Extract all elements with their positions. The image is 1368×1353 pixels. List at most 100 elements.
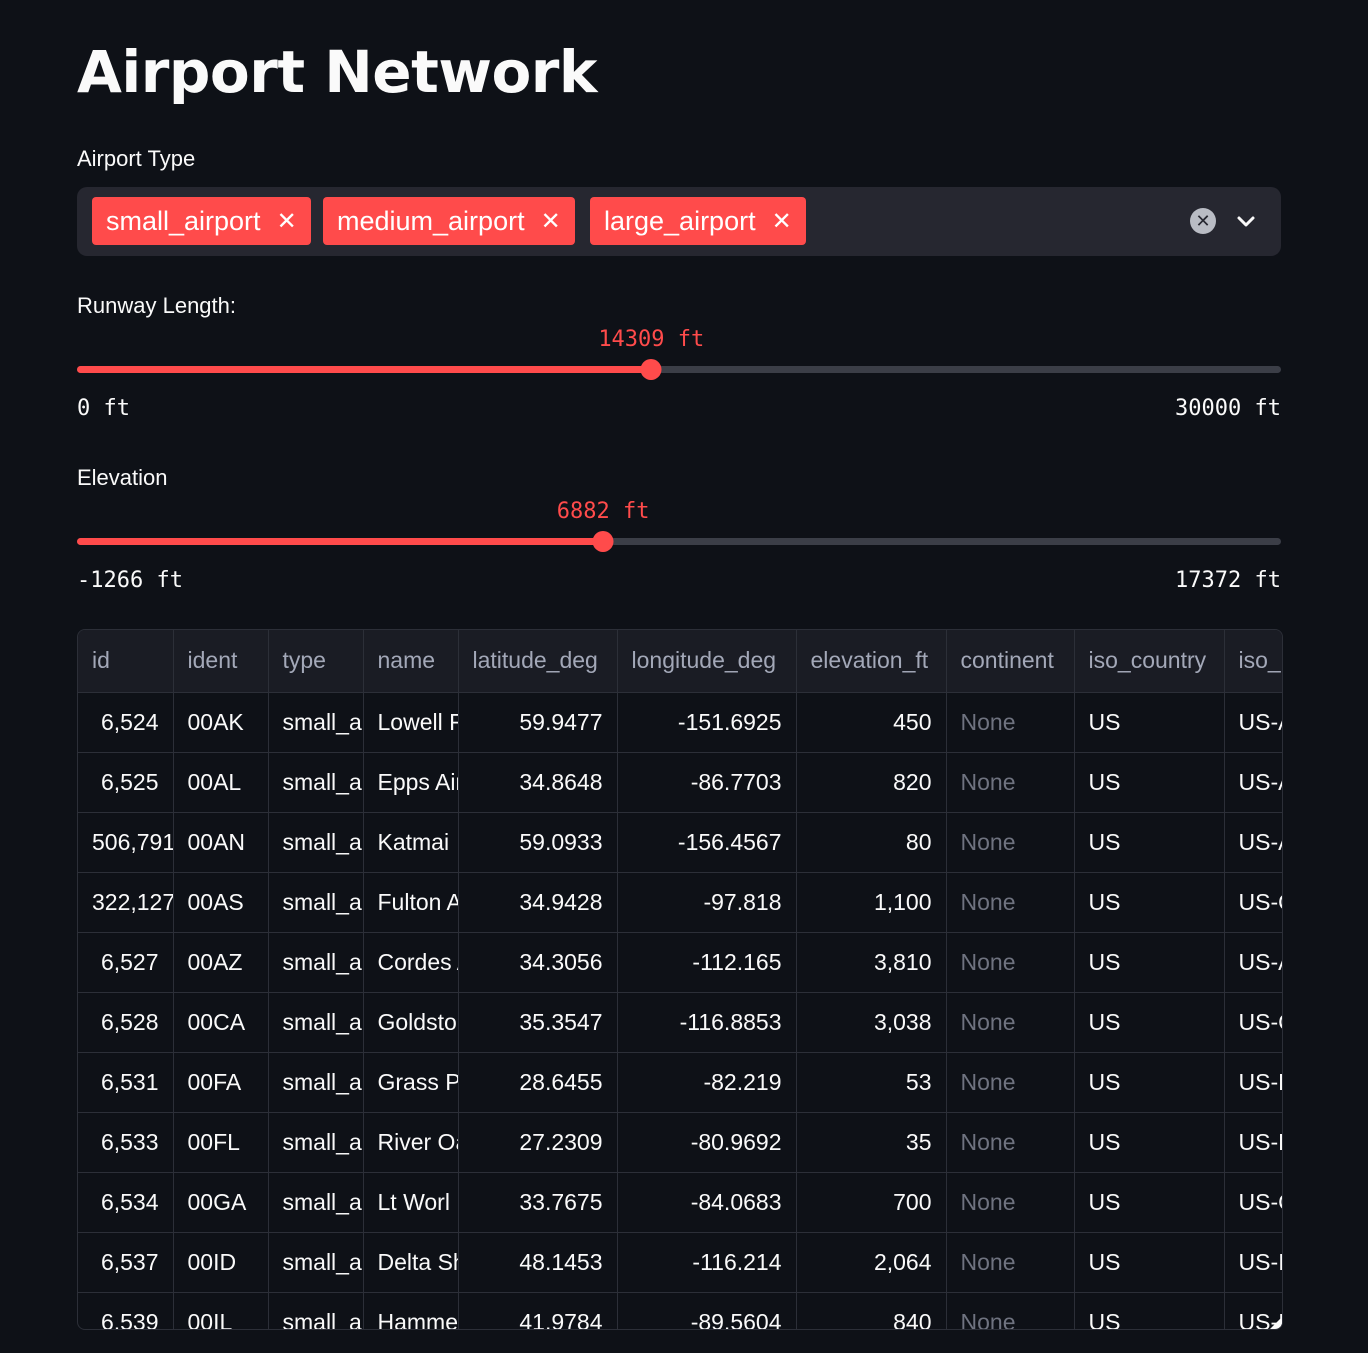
table-row[interactable]: 506,791 00AN small_a Katmai 59.0933 -156.4567… [78, 812, 1282, 873]
table-cell[interactable]: US [1074, 752, 1225, 813]
column-header-latitude-deg[interactable]: latitude_deg [458, 630, 618, 693]
table-row[interactable]: 6,534 00GA small_a Lt Worl 33.7675 -84.0683 70… [78, 1172, 1282, 1233]
table-cell[interactable]: 6,528 [78, 992, 174, 1053]
table-cell[interactable]: 00FL [173, 1112, 269, 1173]
table-cell[interactable]: -112.165 [617, 932, 797, 993]
table-cell[interactable]: Lowell F [363, 692, 459, 753]
table-cell[interactable]: Goldsto [363, 992, 459, 1053]
table-cell[interactable]: 00FA [173, 1052, 269, 1113]
table-cell[interactable]: 34.9428 [458, 872, 618, 933]
table-cell[interactable]: None [946, 932, 1075, 993]
table-cell[interactable]: None [946, 1232, 1075, 1293]
table-cell[interactable]: Grass Pa [363, 1052, 459, 1113]
table-cell[interactable]: 00ID [173, 1232, 269, 1293]
table-cell[interactable]: None [946, 1112, 1075, 1173]
table-cell[interactable]: US [1074, 1292, 1225, 1329]
table-cell[interactable]: US [1074, 992, 1225, 1053]
column-header-continent[interactable]: continent [946, 630, 1075, 693]
table-cell[interactable]: US-C [1224, 992, 1282, 1053]
table-cell[interactable]: 1,100 [796, 872, 947, 933]
table-cell[interactable]: 6,537 [78, 1232, 174, 1293]
table-cell[interactable]: 35 [796, 1112, 947, 1173]
table-cell[interactable]: -156.4567 [617, 812, 797, 873]
tag-large-airport[interactable]: large_airport ✕ [590, 197, 806, 245]
table-cell[interactable]: 3,038 [796, 992, 947, 1053]
table-cell[interactable]: None [946, 752, 1075, 813]
table-cell[interactable]: 506,791 [78, 812, 174, 873]
table-cell[interactable]: US [1074, 812, 1225, 873]
table-row[interactable]: 6,524 00AK small_a Lowell F 59.9477 -151.6925… [78, 692, 1282, 753]
table-cell[interactable]: Lt Worl [363, 1172, 459, 1233]
table-cell[interactable]: 322,127 [78, 872, 174, 933]
table-cell[interactable]: small_a [268, 1172, 364, 1233]
remove-tag-icon[interactable]: ✕ [277, 207, 297, 236]
table-cell[interactable]: -89.5604 [617, 1292, 797, 1329]
airport-type-multiselect[interactable]: small_airport ✕ medium_airport ✕ large_a… [77, 187, 1281, 256]
table-cell[interactable]: 00AS [173, 872, 269, 933]
column-header-elevation-ft[interactable]: elevation_ft [796, 630, 947, 693]
table-row[interactable]: 6,53300FLsmall_aRiver Oa27.2309-80.96923… [78, 1112, 1282, 1173]
remove-tag-icon[interactable]: ✕ [541, 207, 561, 236]
table-cell[interactable]: 840 [796, 1292, 947, 1329]
table-cell[interactable]: None [946, 992, 1075, 1053]
table-cell[interactable]: River Oa [363, 1112, 459, 1173]
table-cell[interactable]: 00AK [173, 692, 269, 753]
table-cell[interactable]: small_a [268, 1232, 364, 1293]
table-cell[interactable]: 00CA [173, 992, 269, 1053]
tag-small-airport[interactable]: small_airport ✕ [92, 197, 311, 245]
table-cell[interactable]: Epps Air [363, 752, 459, 813]
table-cell[interactable]: None [946, 1052, 1075, 1113]
table-cell[interactable]: 59.9477 [458, 692, 618, 753]
table-cell[interactable]: US [1074, 932, 1225, 993]
table-cell[interactable]: 27.2309 [458, 1112, 618, 1173]
airports-table[interactable]: id ident type name latitude_deg longitude_deg… [77, 629, 1283, 1330]
table-cell[interactable]: 6,524 [78, 692, 174, 753]
table-cell[interactable]: None [946, 1172, 1075, 1233]
table-row[interactable]: 6,52700AZsmall_aCordes A34.3056-112.1653… [78, 932, 1282, 993]
table-cell[interactable]: small_a [268, 692, 364, 753]
table-cell[interactable]: None [946, 1292, 1075, 1329]
table-cell[interactable]: Katmai [363, 812, 459, 873]
table-cell[interactable]: 53 [796, 1052, 947, 1113]
table-cell[interactable]: 6,533 [78, 1112, 174, 1173]
table-cell[interactable]: US [1074, 1232, 1225, 1293]
column-header-id[interactable]: id [78, 630, 174, 693]
table-cell[interactable]: US-G [1224, 1172, 1282, 1233]
table-row[interactable]: 6,525 00AL small_a Epps Air 34.8648 -86.7703 8… [78, 752, 1282, 813]
table-cell[interactable]: US [1074, 1052, 1225, 1113]
table-cell[interactable]: US [1074, 692, 1225, 753]
table-cell[interactable]: 00AN [173, 812, 269, 873]
table-cell[interactable]: 3,810 [796, 932, 947, 993]
table-cell[interactable]: -116.8853 [617, 992, 797, 1053]
table-row[interactable]: 6,528 00CA small_a Goldsto 35.3547 -116.8853 3… [78, 992, 1282, 1053]
table-cell[interactable]: 6,539 [78, 1292, 174, 1329]
table-cell[interactable]: US-A [1224, 752, 1282, 813]
table-cell[interactable]: small_a [268, 932, 364, 993]
table-cell[interactable]: 00AL [173, 752, 269, 813]
column-header-iso-[interactable]: iso_ [1224, 630, 1282, 693]
table-cell[interactable]: 41.9784 [458, 1292, 618, 1329]
table-cell[interactable]: Delta Sh [363, 1232, 459, 1293]
table-cell[interactable]: -97.818 [617, 872, 797, 933]
table-cell[interactable]: Fulton A [363, 872, 459, 933]
column-header-name[interactable]: name [363, 630, 459, 693]
runway-slider[interactable] [77, 359, 1281, 380]
table-cell[interactable]: US [1074, 1172, 1225, 1233]
table-cell[interactable]: US-A [1224, 692, 1282, 753]
table-cell[interactable]: None [946, 812, 1075, 873]
table-cell[interactable]: US-O [1224, 872, 1282, 933]
resize-handle-icon[interactable] [1270, 1317, 1282, 1329]
tag-medium-airport[interactable]: medium_airport ✕ [323, 197, 575, 245]
table-cell[interactable]: small_a [268, 992, 364, 1053]
table-cell[interactable]: small_a [268, 812, 364, 873]
table-cell[interactable]: 00GA [173, 1172, 269, 1233]
table-cell[interactable]: 6,531 [78, 1052, 174, 1113]
table-cell[interactable]: US-I [1224, 1232, 1282, 1293]
table-cell[interactable]: None [946, 872, 1075, 933]
column-header-iso-country[interactable]: iso_country [1074, 630, 1225, 693]
table-cell[interactable]: 35.3547 [458, 992, 618, 1053]
table-cell[interactable]: US [1074, 1112, 1225, 1173]
table-cell[interactable]: -86.7703 [617, 752, 797, 813]
column-header-ident[interactable]: ident [173, 630, 269, 693]
table-cell[interactable]: small_a [268, 1292, 364, 1329]
